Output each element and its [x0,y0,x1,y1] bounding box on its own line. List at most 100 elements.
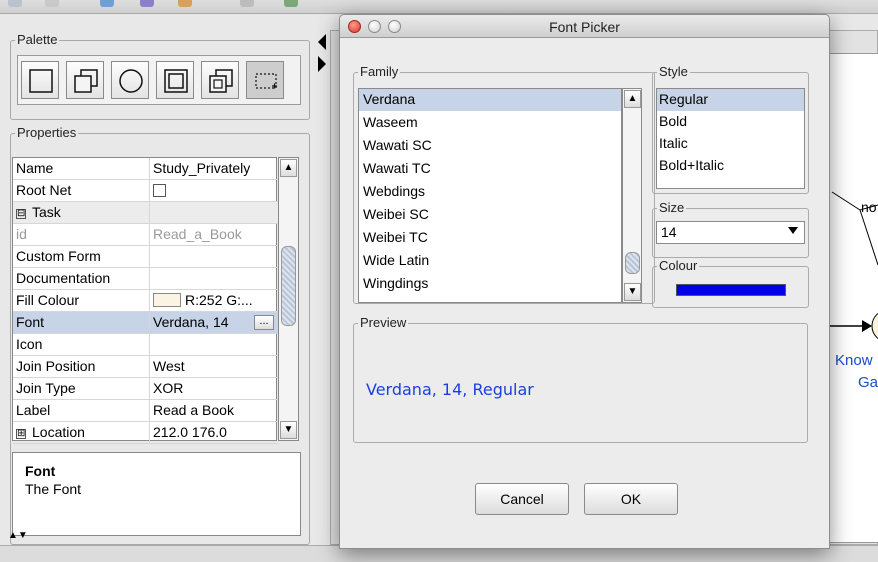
toolbar-button-5[interactable] [178,0,192,7]
property-row-icon[interactable]: Icon [13,334,278,356]
property-row-join-position[interactable]: Join Position West [13,356,278,378]
property-key: Join Type [13,378,150,399]
canvas-task-label-line2[interactable]: Gai [858,374,878,391]
family-item[interactable]: Waseem [359,112,621,134]
property-key: Documentation [13,268,150,289]
family-scrollbar[interactable]: ▲ ▼ [622,88,642,303]
scroll-down-arrow-icon[interactable]: ▼ [280,421,297,439]
expand-icon[interactable]: ⊞ [16,429,26,439]
property-key: Font [13,312,150,333]
toolbar-button-2[interactable] [45,0,59,7]
family-list[interactable]: Verdana Waseem Wawati SC Wawati TC Webdi… [358,88,622,303]
multi-composite-tool-button[interactable] [201,61,239,99]
family-item[interactable]: Wingdings [359,273,621,295]
scroll-down-arrow-icon[interactable]: ▼ [624,283,641,301]
scroll-thumb[interactable] [281,246,296,326]
properties-title: Properties [15,125,79,140]
family-item[interactable]: Weibei TC [359,227,621,249]
property-key: ⊟ Task [13,202,150,223]
collapse-arrows-icon[interactable]: ▲▼ [8,530,28,541]
property-row-join-type[interactable]: Join Type XOR [13,378,278,400]
property-row-root-net[interactable]: Root Net [13,180,278,202]
property-value[interactable]: Verdana, 14... [153,312,278,333]
family-item-verdana[interactable]: Verdana [359,89,621,111]
scroll-up-arrow-icon[interactable]: ▲ [280,159,297,177]
palette-tools [17,55,301,105]
property-help-box: Font The Font [12,452,301,536]
cancel-button[interactable]: Cancel [475,483,569,515]
property-value[interactable]: 212.0 176.0 [153,422,278,443]
palette-title: Palette [15,32,60,47]
family-item[interactable]: Wawati TC [359,158,621,180]
property-value[interactable] [153,334,278,355]
style-list[interactable]: Regular Bold Italic Bold+Italic [656,88,805,189]
toolbar-button-1[interactable] [8,0,22,7]
toolbar-button-6[interactable] [240,0,254,7]
ok-button[interactable]: OK [584,483,678,515]
dialog-titlebar[interactable]: Font Picker [340,15,829,38]
preview-label: Preview [358,315,409,330]
canvas-label-no: no [861,199,877,215]
size-dropdown[interactable]: 14 [656,221,805,244]
property-key: ⊞ Location [13,422,150,443]
condition-tool-button[interactable] [21,61,59,99]
preview-text: Verdana, 14, Regular [366,380,534,399]
scroll-up-arrow-icon[interactable]: ▲ [624,90,641,108]
circle-tool-button[interactable] [111,61,149,99]
properties-table: Name Study_Privately Root Net ⊟ Task id R… [12,157,278,444]
property-row-documentation[interactable]: Documentation [13,268,278,290]
dialog-title: Font Picker [549,19,620,35]
property-value [153,202,278,223]
property-row-font[interactable]: Font Verdana, 14... [13,312,278,334]
property-key: Join Position [13,356,150,377]
toolbar-button-3[interactable] [100,0,114,7]
property-key: Fill Colour [13,290,150,311]
palette-panel: Palette [10,32,310,120]
style-item-bold-italic[interactable]: Bold+Italic [657,155,804,177]
style-item-regular[interactable]: Regular [657,89,804,111]
colour-swatch-button[interactable] [676,284,786,296]
property-key: Name [13,158,150,179]
font-value-text: Verdana, 14 [153,314,229,330]
style-item-italic[interactable]: Italic [657,133,804,155]
property-value[interactable]: R:252 G:... [153,290,278,311]
property-row-name[interactable]: Name Study_Privately [13,158,278,180]
property-value[interactable]: Study_Privately [153,158,278,179]
property-key: Label [13,400,150,421]
property-value[interactable]: West [153,356,278,377]
property-row-id[interactable]: id Read_a_Book [13,224,278,246]
root-net-checkbox[interactable] [153,184,166,197]
property-section-location[interactable]: ⊞ Location 212.0 176.0 [13,422,278,444]
property-row-custom-form[interactable]: Custom Form [13,246,278,268]
property-row-label[interactable]: Label Read a Book [13,400,278,422]
scroll-thumb[interactable] [625,252,640,274]
splitter-arrows-icon[interactable] [316,32,328,80]
property-value[interactable]: XOR [153,378,278,399]
help-title: Font [25,463,56,479]
marquee-tool-button[interactable] [246,61,284,99]
toolbar-button-4[interactable] [140,0,154,7]
property-section-task[interactable]: ⊟ Task [13,202,278,224]
family-item[interactable]: Wawati SC [359,135,621,157]
family-item[interactable]: Weibei SC [359,204,621,226]
size-value: 14 [661,224,677,240]
family-item[interactable]: Wide Latin [359,250,621,272]
properties-scrollbar[interactable]: ▲ ▼ [278,157,299,441]
main-toolbar [0,0,878,14]
family-item[interactable]: Webdings [359,181,621,203]
toolbar-button-7[interactable] [284,0,298,7]
font-browse-button[interactable]: ... [254,315,274,330]
stacked-squares-icon [74,69,98,93]
family-label: Family [358,64,401,79]
section-label: Task [32,204,61,220]
property-value[interactable] [153,246,278,267]
canvas-task-label-line1[interactable]: Know [835,352,873,369]
property-value[interactable]: Read a Book [153,400,278,421]
property-row-fill-colour[interactable]: Fill Colour R:252 G:... [13,290,278,312]
style-item-bold[interactable]: Bold [657,111,804,133]
property-key: Root Net [13,180,150,201]
collapse-icon[interactable]: ⊟ [16,209,26,219]
task-tool-button[interactable] [156,61,194,99]
multi-task-tool-button[interactable] [66,61,104,99]
property-value[interactable] [153,268,278,289]
